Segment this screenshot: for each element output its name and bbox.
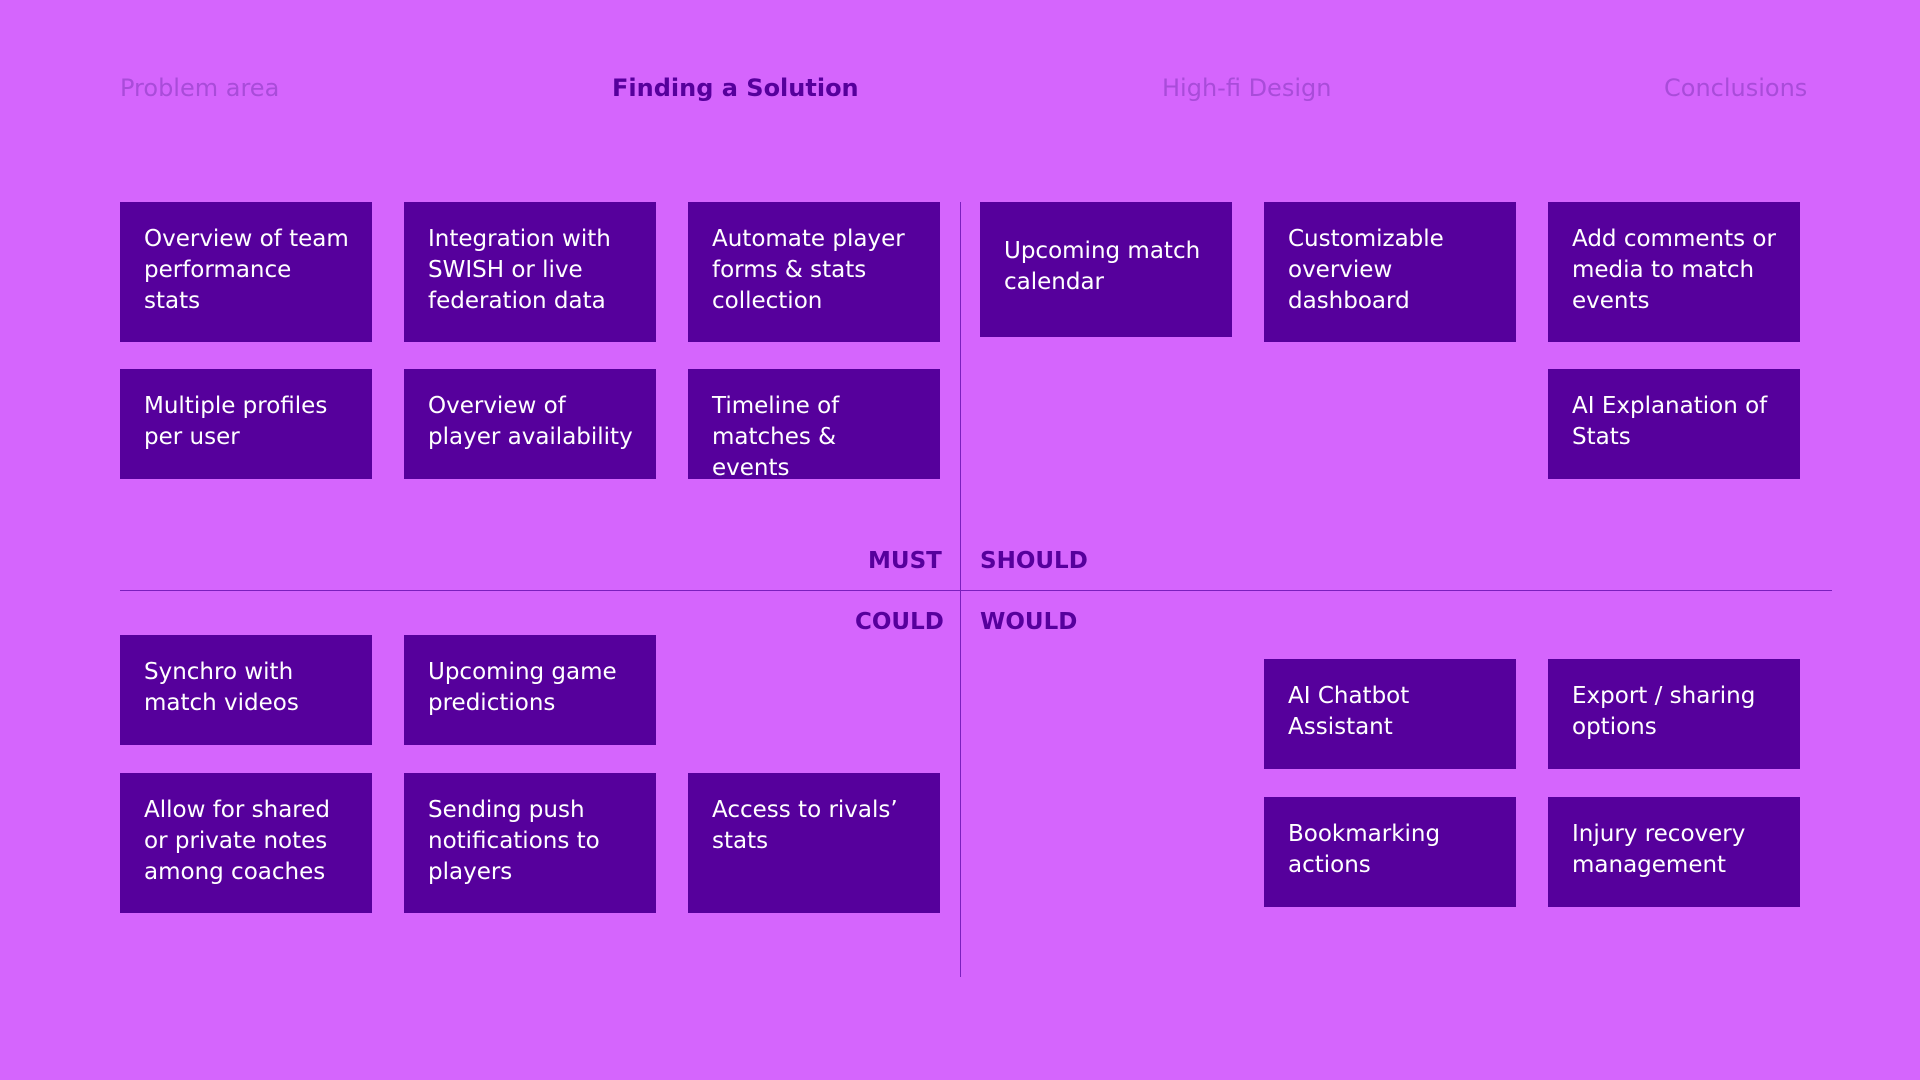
horizontal-divider	[120, 590, 1832, 591]
should-card-match-calendar: Upcoming match calendar	[980, 202, 1232, 337]
should-card-comments-media: Add comments or media to match events	[1548, 202, 1800, 342]
must-card-automate-forms: Automate player forms & stats collection	[688, 202, 940, 342]
nav-high-fi-design[interactable]: High-fi Design	[1162, 72, 1331, 104]
label-would: WOULD	[980, 609, 1078, 635]
could-card-coach-notes: Allow for shared or private notes among …	[120, 773, 372, 913]
could-card-rivals-stats: Access to rivals’ stats	[688, 773, 940, 913]
could-card-match-videos: Synchro with match videos	[120, 635, 372, 745]
nav-problem-area[interactable]: Problem area	[120, 72, 279, 104]
must-card-swish-integration: Integration with SWISH or live federatio…	[404, 202, 656, 342]
would-card-ai-chatbot: AI Chatbot Assistant	[1264, 659, 1516, 769]
must-card-timeline: Timeline of matches & events	[688, 369, 940, 481]
could-card-game-predictions: Upcoming game predictions	[404, 635, 656, 745]
must-card-player-availability: Overview of player availability	[404, 369, 656, 479]
could-card-push-notifications: Sending push notifications to players	[404, 773, 656, 913]
label-should: SHOULD	[980, 548, 1088, 574]
must-card-multiple-profiles: Multiple profiles per user	[120, 369, 372, 479]
should-card-ai-explanation: AI Explanation of Stats	[1548, 369, 1800, 479]
would-card-export-sharing: Export / sharing options	[1548, 659, 1800, 769]
must-card-team-performance: Overview of team performance stats	[120, 202, 372, 342]
should-card-custom-dashboard: Customizable overview dashboard	[1264, 202, 1516, 342]
would-card-injury-recovery: Injury recovery management	[1548, 797, 1800, 907]
label-must: MUST	[868, 548, 942, 574]
nav-finding-a-solution[interactable]: Finding a Solution	[612, 72, 859, 104]
would-card-bookmarking: Bookmarking actions	[1264, 797, 1516, 907]
nav-conclusions[interactable]: Conclusions	[1664, 72, 1807, 104]
label-could: COULD	[855, 609, 944, 635]
